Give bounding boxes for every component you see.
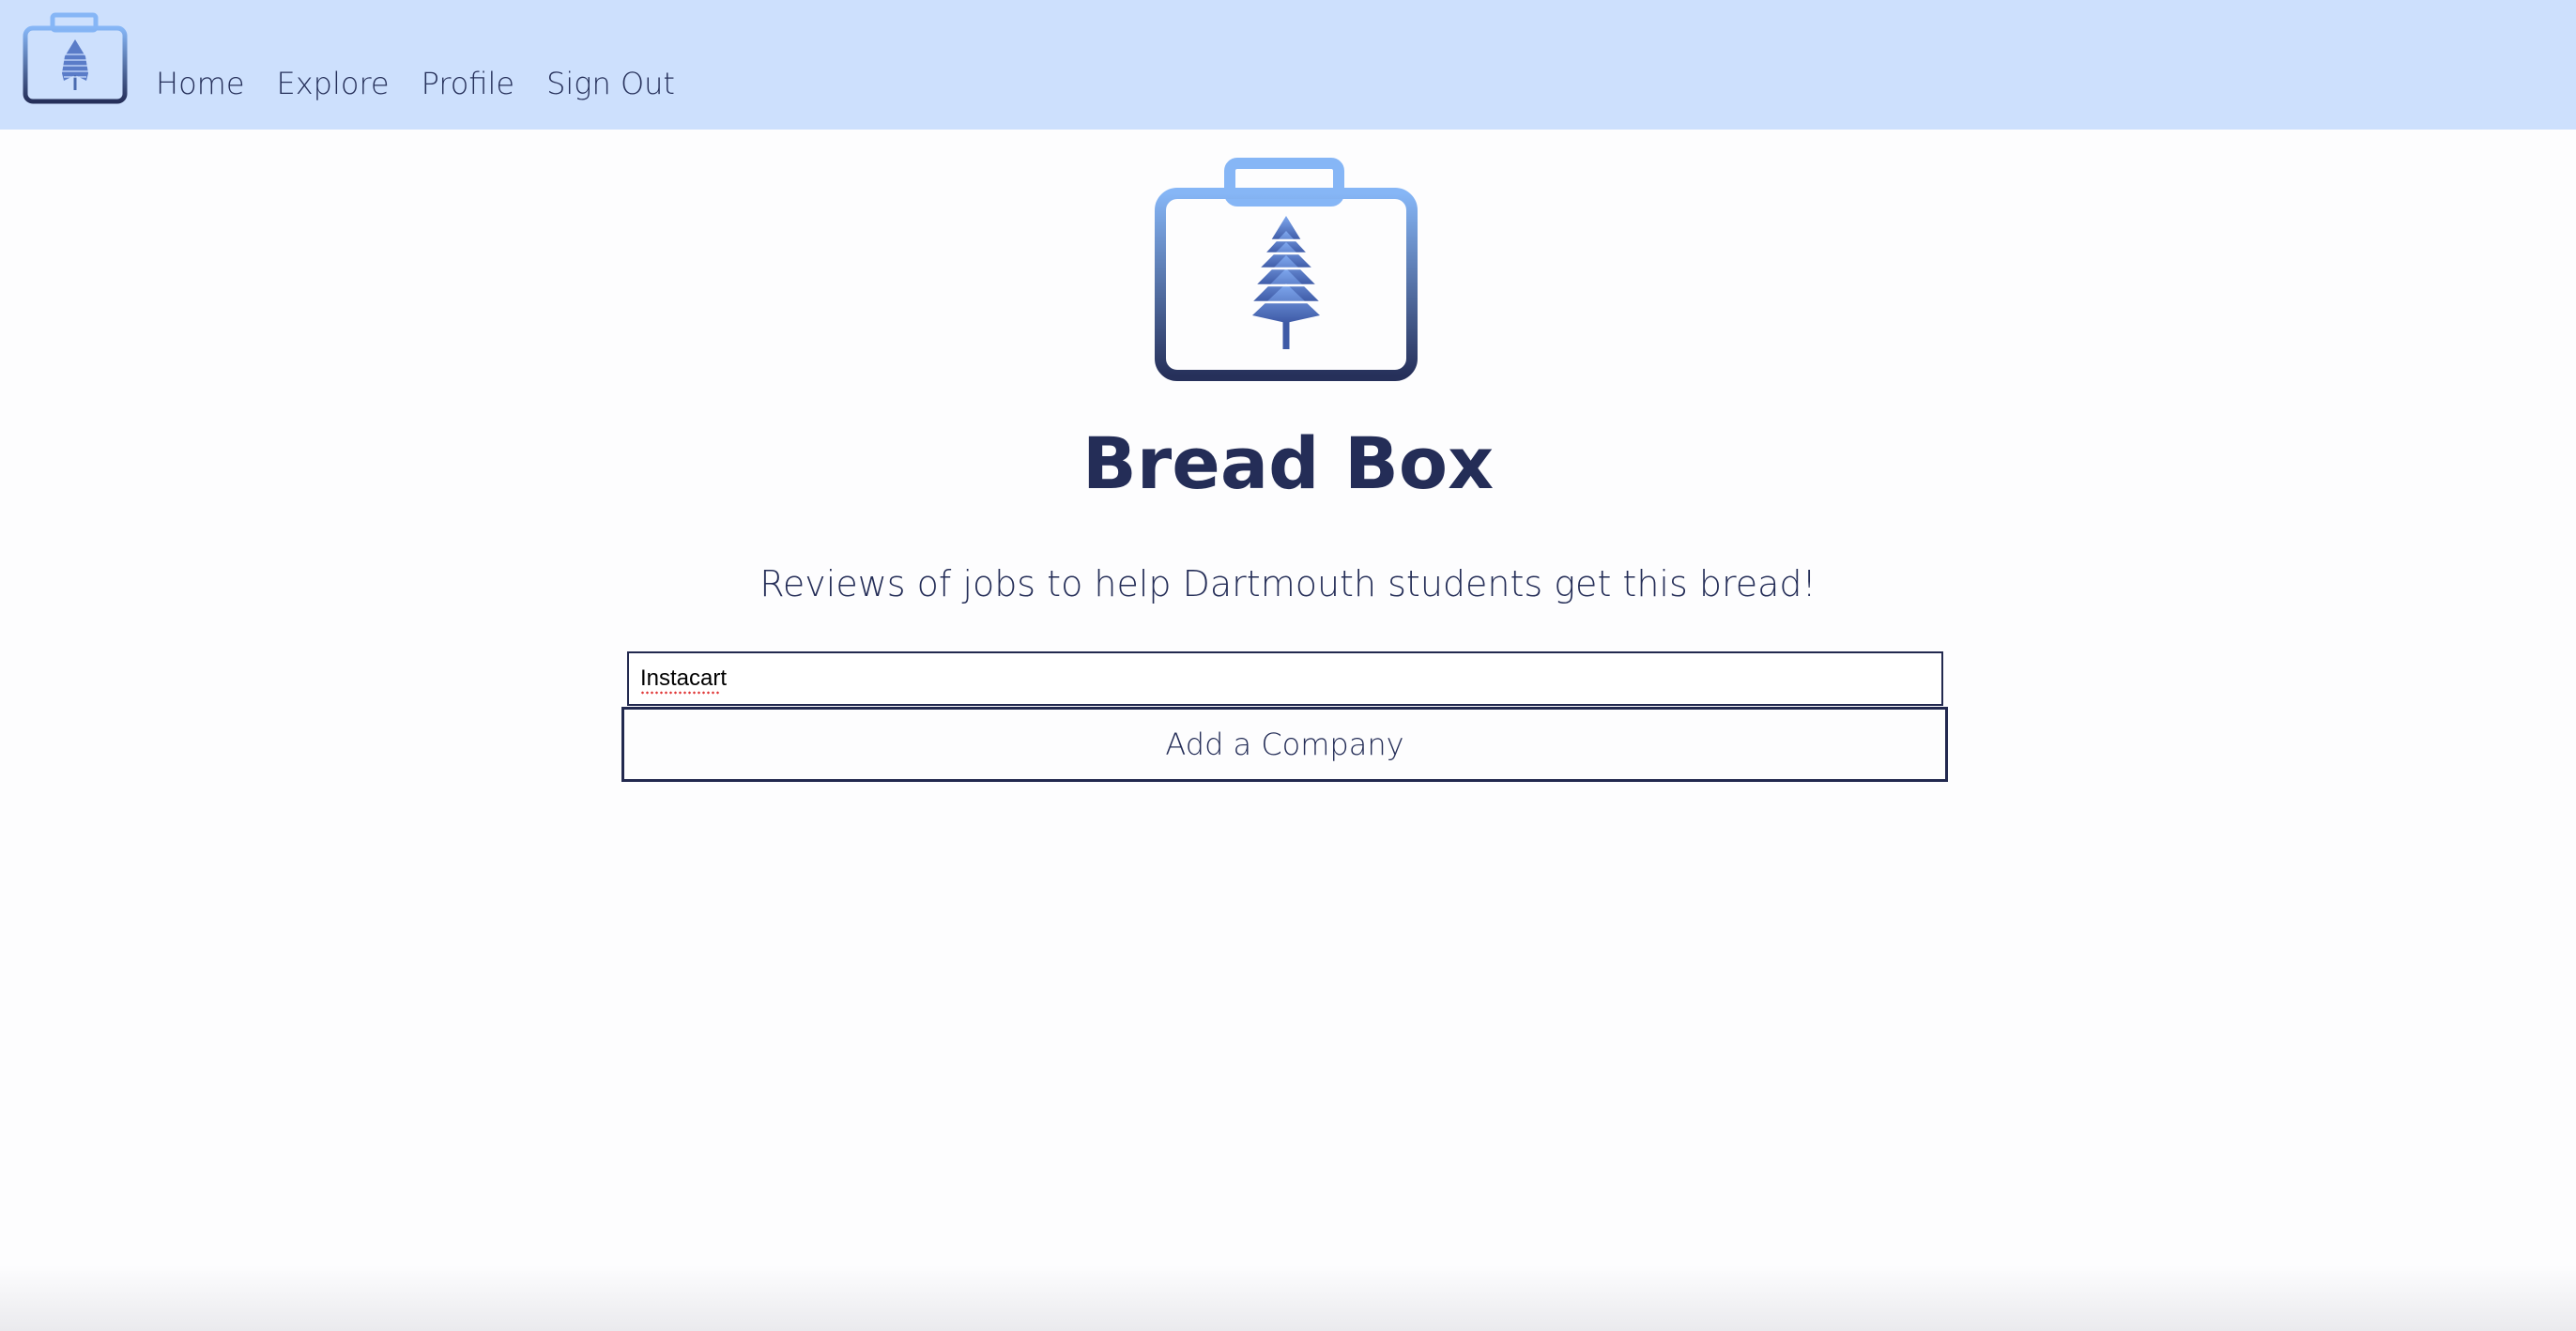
window-bottom-shadow bbox=[0, 1265, 2576, 1331]
nav-profile-link[interactable]: Profile bbox=[422, 66, 515, 101]
page-title: Bread Box bbox=[1081, 421, 1495, 505]
briefcase-tree-logo-icon[interactable] bbox=[23, 11, 128, 105]
spellcheck-underline bbox=[640, 691, 721, 695]
company-name-input[interactable] bbox=[627, 651, 1943, 706]
nav-links: Home Explore Profile Sign Out bbox=[156, 66, 675, 101]
nav-sign-out-link[interactable]: Sign Out bbox=[546, 66, 675, 101]
nav-explore-link[interactable]: Explore bbox=[277, 66, 390, 101]
page-subtitle: Reviews of jobs to help Dartmouth studen… bbox=[759, 563, 1817, 604]
briefcase-tree-logo-icon bbox=[1155, 158, 1418, 381]
top-navbar: Home Explore Profile Sign Out bbox=[0, 0, 2576, 130]
add-company-button[interactable]: Add a Company bbox=[621, 707, 1948, 782]
nav-home-link[interactable]: Home bbox=[156, 66, 245, 101]
